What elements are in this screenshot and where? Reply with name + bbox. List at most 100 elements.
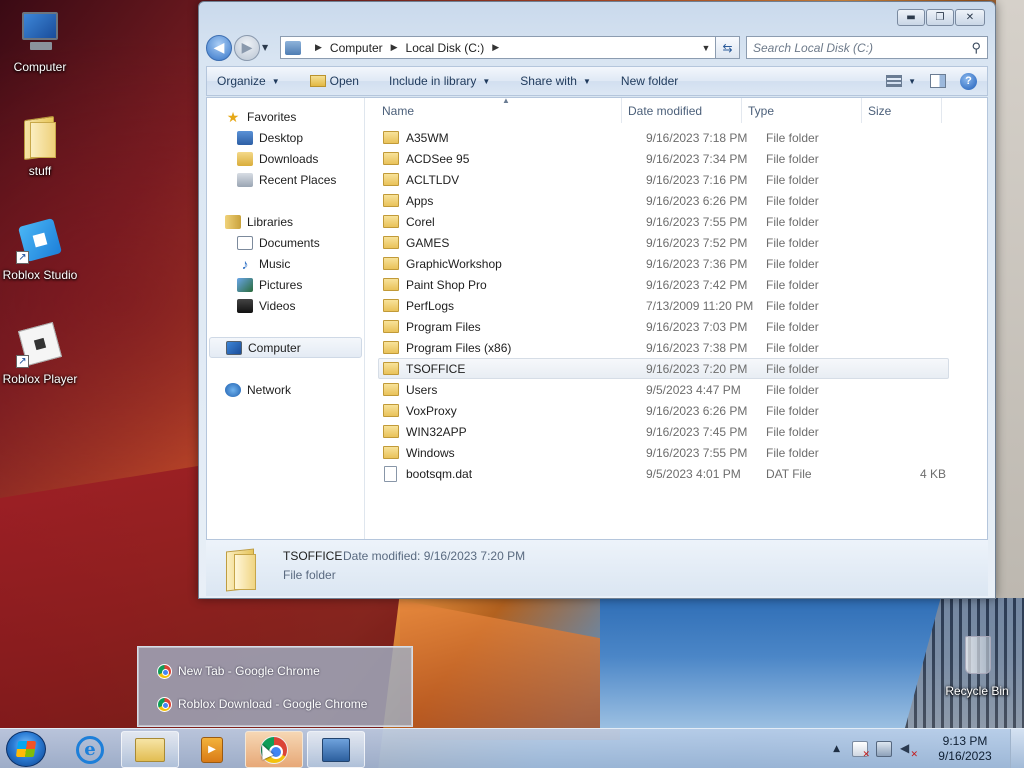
forward-button[interactable]: ▶ [234,34,260,61]
preview-pane-button[interactable] [930,74,946,88]
help-button[interactable]: ? [960,72,977,90]
file-row[interactable]: bootsqm.dat 9/5/2023 4:01 PM DAT File 4 KB [378,463,949,484]
file-date-modified: 9/5/2023 4:47 PM [646,382,741,397]
volume-muted-icon[interactable] [900,741,918,760]
file-row[interactable]: Apps 9/16/2023 6:26 PM File folder [378,190,949,211]
windows-logo-icon [15,741,37,757]
file-row[interactable]: VoxProxy 9/16/2023 6:26 PM File folder [378,400,949,421]
minimize-button[interactable]: ▬ [897,9,925,26]
file-row[interactable]: Corel 9/16/2023 7:55 PM File folder [378,211,949,232]
show-hidden-icons-button[interactable]: ▲ [833,744,840,754]
file-name: Corel [406,214,435,229]
column-header-name[interactable]: Name [366,98,622,123]
open-button[interactable]: Open [309,74,359,88]
file-size: 4 KB [919,466,946,481]
column-header-type[interactable]: Type [742,98,862,123]
chevron-right-icon[interactable]: ▶ [391,42,398,53]
nav-music[interactable]: ♪ Music [207,253,364,274]
nav-recent-places[interactable]: Recent Places [207,169,364,190]
chevron-right-icon[interactable]: ▶ [492,42,499,53]
close-button[interactable]: ✕ [955,9,985,26]
refresh-button[interactable]: ⇆ [716,36,740,59]
address-history-dropdown[interactable]: ▼ [697,43,715,53]
change-view-button[interactable]: ▼ [886,75,916,87]
column-header-date-modified[interactable]: Date modified [622,98,742,123]
file-row[interactable]: Users 9/5/2023 4:47 PM File folder [378,379,949,400]
nav-videos[interactable]: Videos [207,295,364,316]
roblox-studio-icon: ↗ [16,216,64,264]
taskbar-on-screen-keyboard[interactable] [307,731,365,768]
folder-icon [222,548,258,592]
wallpaper-building [996,0,1024,598]
new-folder-button[interactable]: New folder [621,74,678,88]
internet-explorer-icon: e [76,735,104,764]
nav-network[interactable]: Network [207,379,364,400]
start-button[interactable] [6,731,46,767]
address-bar[interactable]: ▶ Computer ▶ Local Disk (C:) ▶ ▼ [280,36,716,59]
nav-documents[interactable]: Documents [207,232,364,253]
nav-downloads[interactable]: Downloads [207,148,364,169]
breadcrumb-local-disk[interactable]: Local Disk (C:) [406,41,485,55]
share-with-button[interactable]: Share with ▼ [520,74,591,88]
nav-favorites[interactable]: ★ Favorites [207,106,364,127]
file-row[interactable]: WIN32APP 9/16/2023 7:45 PM File folder [378,421,949,442]
network-status-icon[interactable] [876,741,892,757]
chrome-window-roblox-download[interactable]: Roblox Download - Google Chrome [157,695,367,713]
file-row[interactable]: GraphicWorkshop 9/16/2023 7:36 PM File fol… [378,253,949,274]
file-row[interactable]: Paint Shop Pro 9/16/2023 7:42 PM File fold… [378,274,949,295]
desktop-icon-recycle-bin[interactable]: Recycle Bin [937,632,1017,698]
desktop-icon-roblox-studio[interactable]: ↗ Roblox Studio [0,216,80,282]
system-tray: ▲ 9:13 PM 9/16/2023 [833,729,1024,768]
desktop-icon-computer[interactable]: Computer [0,8,80,74]
taskbar-media-player[interactable]: ▶ [183,731,241,768]
nav-label: Desktop [259,130,304,145]
show-desktop-button[interactable] [1010,729,1024,768]
nav-pictures[interactable]: Pictures [207,274,364,295]
back-button[interactable]: ◀ [206,34,232,61]
file-name: Program Files [406,319,481,334]
recent-pages-dropdown[interactable]: ▼ [262,43,274,52]
search-input[interactable]: Search Local Disk (C:) ⚲ [746,36,988,59]
file-date-modified: 9/5/2023 4:01 PM [646,466,741,481]
keyboard-icon [322,737,350,762]
nav-desktop[interactable]: Desktop [207,127,364,148]
column-header-size[interactable]: Size [862,98,942,123]
file-row[interactable]: GAMES 9/16/2023 7:52 PM File folder [378,232,949,253]
chrome-window-new-tab[interactable]: New Tab - Google Chrome [157,662,320,680]
file-name: WIN32APP [406,424,467,439]
desktop-icon [237,130,253,145]
file-name: GAMES [406,235,450,250]
folder-icon [383,362,399,375]
nav-libraries[interactable]: Libraries [207,211,364,232]
chevron-right-icon[interactable]: ▶ [315,42,322,53]
search-icon[interactable]: ⚲ [971,40,981,56]
file-row[interactable]: Program Files 9/16/2023 7:03 PM File folde… [378,316,949,337]
taskbar-windows-explorer[interactable] [121,731,179,768]
action-center-icon[interactable] [852,741,870,760]
include-in-library-button[interactable]: Include in library ▼ [389,74,490,88]
explorer-window[interactable]: ▬ ❐ ✕ ◀ ▶ ▼ ▶ Computer ▶ Local Disk (C:)… [198,1,996,599]
desktop-icon-stuff[interactable]: stuff [0,112,80,178]
file-row[interactable]: PerfLogs 7/13/2009 11:20 PM File folder [378,295,949,316]
file-name: Paint Shop Pro [406,277,487,292]
nav-computer[interactable]: Computer [209,337,362,358]
taskbar-google-chrome[interactable] [245,731,303,768]
file-row[interactable]: Program Files (x86) 9/16/2023 7:38 PM File… [378,337,949,358]
nav-label: Computer [248,340,301,355]
taskbar-internet-explorer[interactable]: e [61,731,119,768]
file-row[interactable]: ACDSee 95 9/16/2023 7:34 PM File folder [378,148,949,169]
nav-label: Pictures [259,277,303,292]
file-row[interactable]: ACLTLDV 9/16/2023 7:16 PM File folder [378,169,949,190]
folder-icon [383,320,399,333]
address-row: ◀ ▶ ▼ ▶ Computer ▶ Local Disk (C:) ▶ ▼ ⇆… [206,34,988,61]
clock[interactable]: 9:13 PM 9/16/2023 [924,734,1006,764]
breadcrumb-computer[interactable]: Computer [330,41,383,55]
maximize-button[interactable]: ❐ [926,9,954,26]
desktop-icon-roblox-player[interactable]: ↗ Roblox Player [0,320,80,386]
column-headers: ▲ Name Date modified Type Size [366,96,987,123]
file-row[interactable]: TSOFFICE 9/16/2023 7:20 PM File folder [378,358,949,379]
open-label: Open [329,74,359,88]
organize-button[interactable]: Organize ▼ [217,74,280,88]
file-row[interactable]: A35WM 9/16/2023 7:18 PM File folder [378,127,949,148]
file-row[interactable]: Windows 9/16/2023 7:55 PM File folder [378,442,949,463]
